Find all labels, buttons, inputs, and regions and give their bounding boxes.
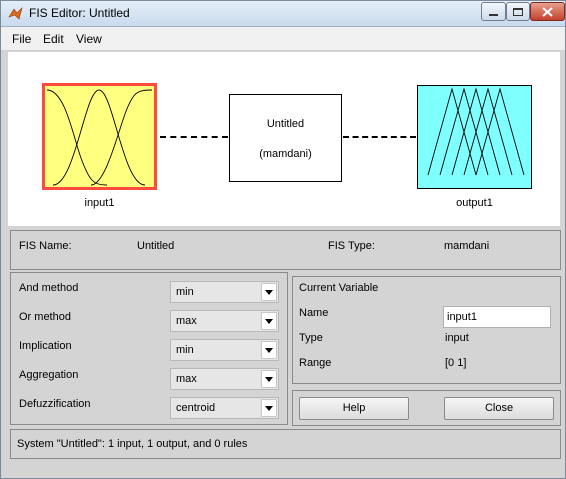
variable-name-input[interactable]: input1 bbox=[443, 306, 551, 328]
output-membership-functions-icon bbox=[427, 87, 525, 176]
chevron-down-icon bbox=[261, 399, 277, 417]
input-connector-line bbox=[160, 136, 228, 138]
variable-type-label: Type bbox=[299, 332, 323, 344]
fis-name-value: Untitled bbox=[137, 240, 175, 252]
aggregation-select[interactable]: max bbox=[170, 368, 279, 390]
close-button[interactable]: Close bbox=[444, 397, 554, 420]
chevron-down-icon bbox=[261, 370, 277, 388]
output-variable-box[interactable] bbox=[417, 85, 532, 189]
help-button[interactable]: Help bbox=[299, 397, 409, 420]
fis-name-label: FIS Name: bbox=[19, 240, 72, 252]
methods-panel: And method min Or method max Implication… bbox=[10, 272, 288, 425]
minimize-icon bbox=[489, 14, 498, 16]
input-variable-label: input1 bbox=[84, 197, 115, 209]
fis-system-box[interactable]: Untitled (mamdani) bbox=[229, 94, 342, 182]
chevron-down-icon bbox=[261, 341, 277, 359]
menu-view[interactable]: View bbox=[76, 32, 102, 46]
fis-editor-window: FIS Editor: Untitled File Edit View Unti… bbox=[0, 0, 566, 479]
or-method-label: Or method bbox=[19, 311, 71, 323]
aggregation-label: Aggregation bbox=[19, 369, 79, 381]
fis-system-type: (mamdani) bbox=[259, 148, 312, 160]
output-connector-line bbox=[343, 136, 416, 138]
input-variable-box[interactable] bbox=[42, 83, 157, 190]
fis-type-value: mamdani bbox=[444, 240, 490, 252]
title-bar[interactable]: FIS Editor: Untitled bbox=[1, 1, 565, 27]
or-method-value: max bbox=[176, 315, 197, 327]
fis-system-name: Untitled bbox=[266, 118, 305, 130]
button-panel: Help Close bbox=[292, 390, 561, 426]
and-method-value: min bbox=[176, 286, 194, 298]
menu-file[interactable]: File bbox=[12, 32, 31, 46]
matlab-icon bbox=[8, 6, 23, 20]
implication-select[interactable]: min bbox=[170, 339, 279, 361]
status-bar: System "Untitled": 1 input, 1 output, an… bbox=[10, 429, 561, 459]
menu-edit[interactable]: Edit bbox=[43, 32, 64, 46]
and-method-label: And method bbox=[19, 282, 79, 294]
input-membership-functions-icon bbox=[46, 89, 153, 186]
defuzzification-value: centroid bbox=[176, 402, 216, 414]
variable-name-label: Name bbox=[299, 307, 329, 319]
aggregation-value: max bbox=[176, 373, 197, 385]
fis-info-panel: FIS Name: Untitled FIS Type: mamdani bbox=[10, 230, 561, 270]
close-icon bbox=[542, 6, 553, 17]
chevron-down-icon bbox=[261, 283, 277, 301]
maximize-icon bbox=[513, 7, 523, 16]
variable-name-value: input1 bbox=[447, 311, 477, 323]
chevron-down-icon bbox=[261, 312, 277, 330]
fis-type-label: FIS Type: bbox=[328, 240, 375, 252]
variable-type-value: input bbox=[445, 332, 469, 344]
minimize-button[interactable] bbox=[481, 2, 506, 21]
close-window-button[interactable] bbox=[530, 2, 565, 21]
variable-range-value: [0 1] bbox=[445, 357, 467, 369]
defuzzification-select[interactable]: centroid bbox=[170, 397, 279, 419]
implication-value: min bbox=[176, 344, 194, 356]
implication-label: Implication bbox=[19, 340, 72, 352]
and-method-select[interactable]: min bbox=[170, 281, 279, 303]
current-variable-heading: Current Variable bbox=[299, 282, 379, 294]
defuzzification-label: Defuzzification bbox=[19, 398, 91, 410]
fis-diagram: Untitled (mamdani) input1 output1 bbox=[8, 52, 560, 226]
variable-range-label: Range bbox=[299, 357, 332, 369]
maximize-button[interactable] bbox=[506, 2, 530, 21]
menu-bar: File Edit View bbox=[1, 27, 565, 51]
status-text: System "Untitled": 1 input, 1 output, an… bbox=[17, 438, 248, 450]
window-title: FIS Editor: Untitled bbox=[29, 6, 130, 20]
current-variable-panel: Current Variable Name input1 Type input … bbox=[292, 276, 561, 384]
or-method-select[interactable]: max bbox=[170, 310, 279, 332]
output-variable-label: output1 bbox=[456, 197, 493, 209]
